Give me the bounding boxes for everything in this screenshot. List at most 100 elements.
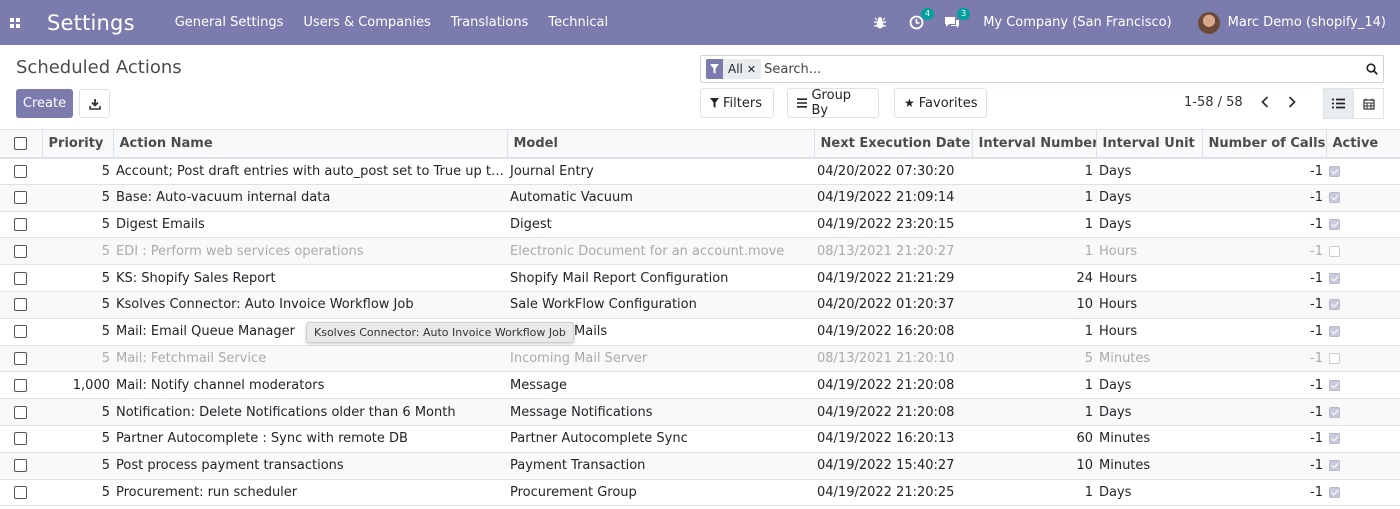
active-checkbox	[1329, 352, 1340, 364]
apps-menu-icon[interactable]	[0, 0, 30, 45]
table-row[interactable]: 5 Digest Emails Digest 04/19/2022 23:20:15 1…	[0, 211, 1400, 239]
active-checkbox	[1329, 486, 1340, 498]
col-action-name[interactable]: Action Name	[112, 129, 507, 159]
row-checkbox[interactable]	[0, 157, 42, 185]
col-priority[interactable]: Priority	[41, 129, 113, 159]
search-bar[interactable]: All ✕	[700, 55, 1384, 83]
table-row[interactable]: 5 Base: Auto-vacuum internal data Automati…	[0, 184, 1400, 212]
cell-action-name: Post process payment transactions	[113, 452, 507, 480]
cell-action-name: KS: Shopify Sales Report	[113, 264, 507, 292]
pager-previous-icon[interactable]	[1258, 93, 1272, 111]
cell-interval-unit: Hours	[1096, 291, 1202, 319]
create-button[interactable]: Create	[16, 89, 73, 118]
calendar-view-button[interactable]	[1353, 88, 1384, 119]
row-checkbox[interactable]	[0, 452, 42, 480]
messages-chat-icon[interactable]: 3	[943, 7, 971, 32]
search-facet: All ✕	[706, 59, 762, 79]
cell-priority: 5	[42, 479, 113, 507]
cell-interval-unit: Days	[1096, 157, 1202, 185]
table-row[interactable]: 5Mail: Email Queue ManagerOutgoing Mails…	[0, 318, 1400, 346]
row-checkbox[interactable]	[0, 237, 42, 266]
table-row[interactable]: 5 Partner Autocomplete : Sync with remote…	[0, 425, 1400, 453]
table-row[interactable]: 5 EDI : Perform web services operations El…	[0, 237, 1400, 266]
cell-action-name: Procurement: run scheduler	[113, 479, 507, 507]
row-checkbox[interactable]	[0, 345, 42, 373]
cell-active	[1326, 264, 1400, 292]
row-checkbox[interactable]	[0, 425, 42, 453]
cell-action-name: Notification: Delete Notifications older…	[113, 398, 507, 426]
filter-funnel-icon	[710, 98, 719, 108]
activity-clock-icon[interactable]: 4	[907, 7, 935, 32]
pager-next-icon[interactable]	[1285, 93, 1299, 111]
user-menu[interactable]: Marc Demo (shopify_14)	[1228, 15, 1386, 30]
search-input[interactable]	[764, 61, 1361, 77]
cell-priority: 1,000	[42, 371, 113, 400]
debug-bug-icon[interactable]	[871, 14, 889, 32]
cell-next-execution-date: 04/19/2022 21:20:08	[814, 398, 972, 426]
col-interval-number[interactable]: Interval Number	[971, 129, 1096, 159]
row-checkbox[interactable]	[0, 264, 42, 292]
row-checkbox[interactable]	[0, 184, 42, 212]
menu-technical[interactable]: Technical	[548, 15, 608, 30]
cell-model: Procurement Group	[507, 479, 814, 507]
row-checkbox[interactable]	[0, 211, 42, 239]
row-checkbox[interactable]	[0, 291, 42, 319]
search-icon[interactable]	[1361, 63, 1383, 75]
cell-number-of-calls: -1	[1202, 345, 1326, 373]
user-avatar[interactable]	[1197, 11, 1220, 34]
cell-model: Automatic Vacuum	[507, 184, 814, 212]
cell-model: Electronic Document for an account.move	[507, 237, 814, 266]
star-icon: ★	[904, 96, 915, 110]
row-checkbox[interactable]	[0, 479, 42, 507]
facet-value: All	[723, 59, 747, 79]
col-number-of-calls[interactable]: Number of Calls	[1201, 129, 1326, 159]
table-row[interactable]: 5 Ksolves Connector: Auto Invoice Workflo…	[0, 291, 1400, 319]
cell-interval-number: 5	[972, 345, 1096, 373]
col-active[interactable]: Active	[1325, 129, 1400, 159]
cell-number-of-calls: -1	[1202, 371, 1326, 400]
group-by-button[interactable]: Group By	[787, 88, 879, 118]
facet-remove-icon[interactable]: ✕	[746, 59, 762, 79]
cell-next-execution-date: 04/19/2022 23:20:15	[814, 211, 972, 239]
filters-button[interactable]: Filters	[700, 88, 774, 118]
cell-model: Incoming Mail Server	[507, 345, 814, 373]
cell-priority: 5	[42, 452, 113, 480]
list-view-button[interactable]	[1323, 88, 1354, 119]
active-checkbox	[1329, 272, 1340, 284]
messages-count-badge: 3	[957, 7, 971, 20]
favorites-button[interactable]: ★ Favorites	[894, 88, 987, 118]
menu-translations[interactable]: Translations	[451, 15, 529, 30]
table-row[interactable]: 5 Procurement: run scheduler Procurement G…	[0, 479, 1400, 507]
menu-users-companies[interactable]: Users & Companies	[303, 15, 430, 30]
company-switcher[interactable]: My Company (San Francisco)	[983, 15, 1171, 30]
active-checkbox	[1329, 299, 1340, 311]
col-model[interactable]: Model	[506, 129, 814, 159]
table-row[interactable]: 5 Post process payment transactions Paymen…	[0, 452, 1400, 480]
table-row[interactable]: 5 Mail: Fetchmail Service Incoming Mail Se…	[0, 345, 1400, 373]
row-checkbox[interactable]	[0, 318, 42, 346]
list-icon	[1332, 98, 1345, 109]
pager-value[interactable]: 1-58 / 58	[1184, 95, 1243, 110]
cell-interval-unit: Minutes	[1096, 345, 1202, 373]
menu-general-settings[interactable]: General Settings	[175, 15, 284, 30]
cell-action-name: Mail: Notify channel moderators	[113, 371, 507, 400]
col-interval-unit[interactable]: Interval Unit	[1095, 129, 1202, 159]
row-checkbox[interactable]	[0, 371, 42, 400]
app-title[interactable]: Settings	[47, 11, 135, 35]
table-row[interactable]: 1,000 Mail: Notify channel moderators Mess…	[0, 371, 1400, 400]
row-checkbox[interactable]	[0, 398, 42, 426]
cell-number-of-calls: -1	[1202, 479, 1326, 507]
cell-next-execution-date: 04/19/2022 16:20:13	[814, 425, 972, 453]
cell-priority: 5	[42, 184, 113, 212]
cell-priority: 5	[42, 425, 113, 453]
cell-interval-unit: Hours	[1096, 237, 1202, 266]
select-all-checkbox[interactable]	[0, 129, 42, 159]
col-next-execution-date[interactable]: Next Execution Date	[813, 129, 972, 159]
table-row[interactable]: 5 KS: Shopify Sales Report Shopify Mail Re…	[0, 264, 1400, 292]
table-row[interactable]: 5 Account; Post draft entries with auto_p…	[0, 157, 1400, 185]
export-button[interactable]	[79, 89, 110, 118]
table-row[interactable]: 5 Notification: Delete Notifications olde…	[0, 398, 1400, 426]
cell-next-execution-date: 04/20/2022 01:20:37	[814, 291, 972, 319]
cell-active	[1326, 371, 1400, 400]
cell-interval-number: 1	[972, 479, 1096, 507]
